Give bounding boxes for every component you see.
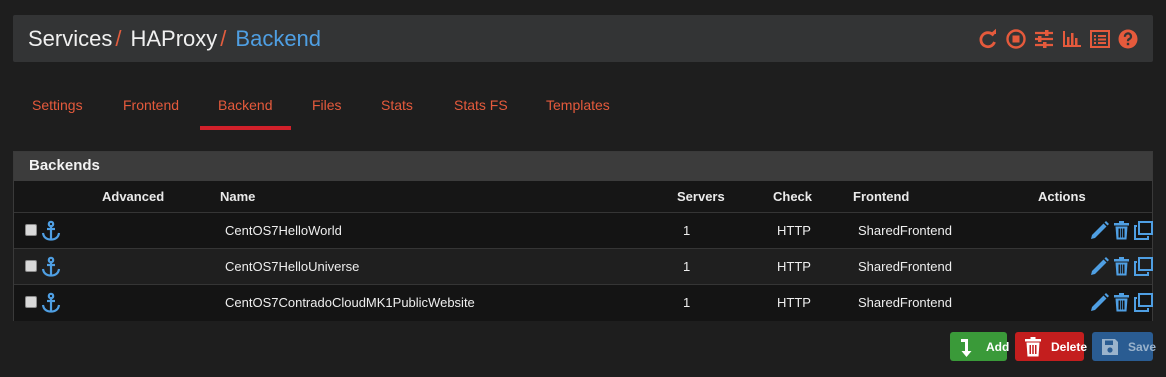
chart-icon[interactable] [1061, 28, 1083, 50]
help-icon[interactable] [1117, 28, 1139, 50]
backend-servers: 1 [683, 259, 691, 274]
log-list-icon[interactable] [1089, 28, 1111, 50]
row-select-checkbox[interactable] [25, 296, 37, 308]
save-button-label: Save [1128, 339, 1157, 354]
edit-pencil-icon[interactable] [1089, 256, 1110, 277]
backend-check: HTTP [777, 223, 811, 238]
stop-icon[interactable] [1005, 28, 1027, 50]
tab-stats[interactable]: Stats [381, 97, 413, 113]
backend-servers: 1 [683, 295, 691, 310]
delete-trash-icon[interactable] [1111, 292, 1132, 313]
backend-frontend: SharedFrontend [858, 259, 952, 274]
column-header-actions: Actions [1038, 189, 1086, 204]
table-header: Advanced Name Servers Check Frontend Act… [14, 181, 1152, 213]
copy-clone-icon[interactable] [1133, 220, 1154, 241]
copy-clone-icon[interactable] [1133, 256, 1154, 277]
delete-trash-icon[interactable] [1111, 220, 1132, 241]
backend-frontend: SharedFrontend [858, 223, 952, 238]
row-actions [1089, 292, 1154, 313]
tab-frontend[interactable]: Frontend [123, 97, 179, 113]
tab-files[interactable]: Files [312, 97, 342, 113]
level-down-icon [957, 336, 979, 358]
delete-button-label: Delete [1051, 339, 1088, 354]
edit-pencil-icon[interactable] [1089, 220, 1110, 241]
backend-check: HTTP [777, 259, 811, 274]
column-header-servers: Servers [677, 189, 725, 204]
row-actions [1089, 256, 1154, 277]
row-select-checkbox[interactable] [25, 260, 37, 272]
breadcrumb-separator: / [220, 26, 227, 51]
backend-name: CentOS7HelloWorld [225, 223, 342, 238]
column-header-check: Check [773, 189, 813, 204]
restart-icon[interactable] [977, 28, 999, 50]
delete-button[interactable]: Delete [1015, 332, 1088, 361]
save-button[interactable]: Save [1092, 332, 1157, 361]
add-button[interactable]: Add [950, 332, 1010, 361]
edit-pencil-icon[interactable] [1089, 292, 1110, 313]
column-header-frontend: Frontend [853, 189, 910, 204]
tab-settings[interactable]: Settings [32, 97, 83, 113]
delete-trash-icon[interactable] [1111, 256, 1132, 277]
floppy-disk-icon [1099, 336, 1121, 358]
backend-servers: 1 [683, 223, 691, 238]
breadcrumb-haproxy[interactable]: HAProxy [130, 26, 217, 51]
breadcrumb: Services / HAProxy / Backend [28, 26, 321, 52]
backend-check: HTTP [777, 295, 811, 310]
settings-sliders-icon[interactable] [1033, 28, 1055, 50]
add-button-label: Add [986, 339, 1010, 354]
anchor-icon[interactable] [40, 292, 62, 314]
table-row: CentOS7ContradoCloudMK1PublicWebsite 1 H… [14, 285, 1154, 321]
breadcrumb-services[interactable]: Services [28, 26, 112, 51]
backend-frontend: SharedFrontend [858, 295, 952, 310]
tab-templates[interactable]: Templates [546, 97, 610, 113]
column-header-advanced: Advanced [102, 189, 165, 204]
breadcrumb-current[interactable]: Backend [235, 26, 321, 51]
row-actions [1089, 220, 1154, 241]
header-toolbar [977, 28, 1139, 50]
backends-panel: Backends Advanced Name Servers Check Fro… [13, 151, 1153, 321]
page-header: Services / HAProxy / Backend [13, 15, 1153, 62]
row-select-checkbox[interactable] [25, 224, 37, 236]
tab-backend[interactable]: Backend [218, 97, 272, 113]
panel-title: Backends [14, 152, 1152, 181]
tab-bar: Settings Frontend Backend Files Stats St… [13, 82, 713, 132]
trash-icon [1022, 336, 1044, 358]
table-row: CentOS7HelloWorld 1 HTTP SharedFrontend [14, 213, 1154, 249]
column-header-name: Name [220, 189, 256, 204]
active-tab-indicator [200, 126, 291, 130]
copy-clone-icon[interactable] [1133, 292, 1154, 313]
anchor-icon[interactable] [40, 220, 62, 242]
table-row: CentOS7HelloUniverse 1 HTTP SharedFronte… [14, 249, 1154, 285]
tab-stats-fs[interactable]: Stats FS [454, 97, 508, 113]
breadcrumb-separator: / [115, 26, 122, 51]
backend-name: CentOS7ContradoCloudMK1PublicWebsite [225, 295, 475, 310]
anchor-icon[interactable] [40, 256, 62, 278]
backend-name: CentOS7HelloUniverse [225, 259, 360, 274]
